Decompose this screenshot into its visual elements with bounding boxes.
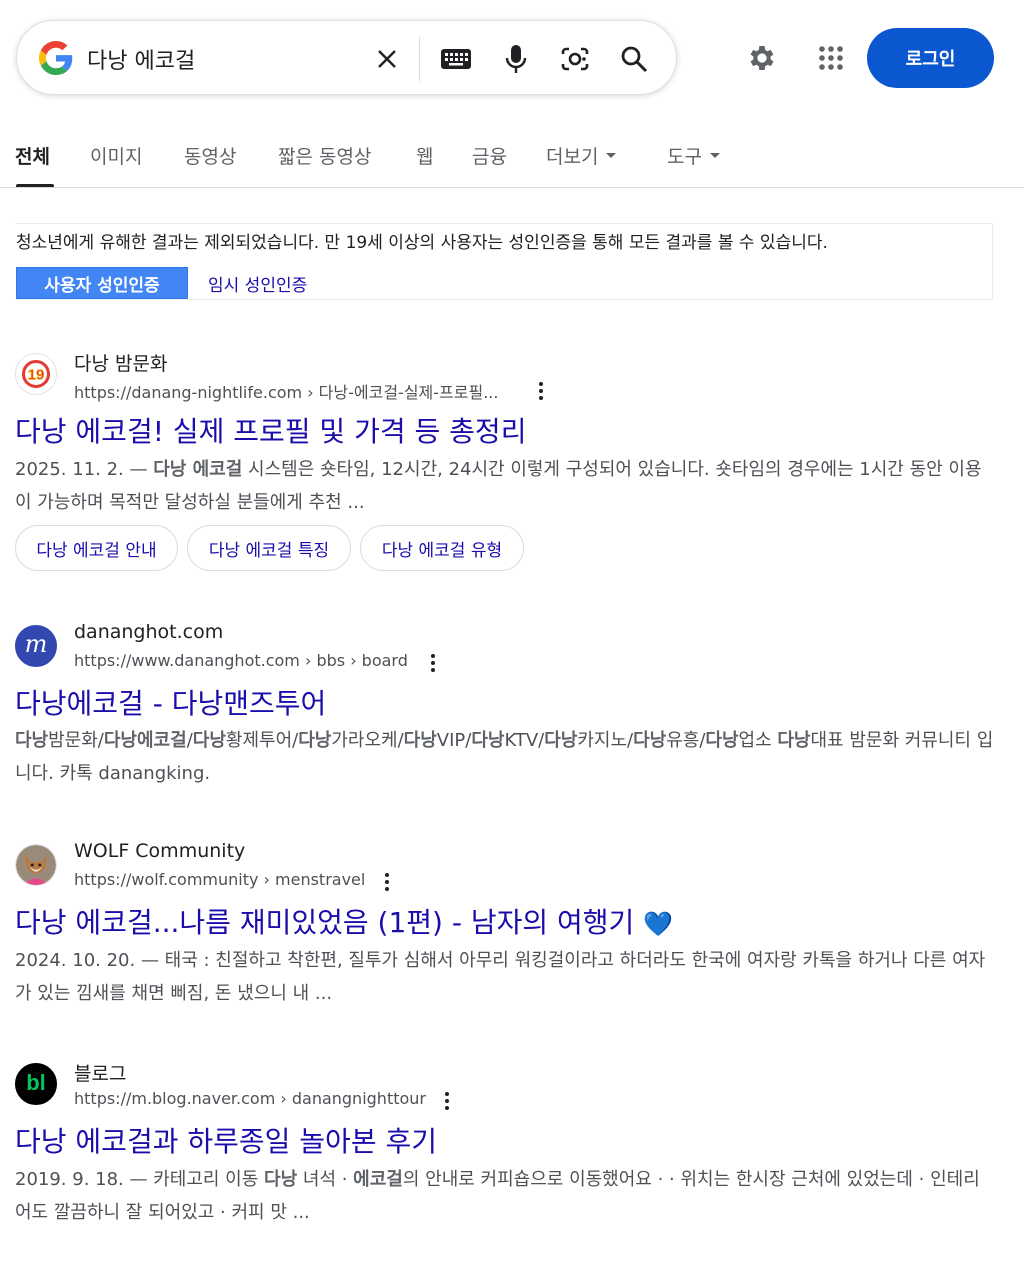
site-favicon — [15, 844, 57, 886]
snippet-text: 황제투어/ — [225, 730, 299, 751]
related-chip[interactable]: 다낭 에코걸 유형 — [360, 525, 524, 571]
result-date: 2025. 11. 2. — — [15, 459, 154, 480]
tab-tools[interactable]: 도구 — [667, 142, 720, 169]
snippet-bold: 다낭 — [471, 730, 505, 751]
snippet-bold: 다낭 — [264, 1169, 298, 1190]
snippet-bold: 다낭 — [298, 730, 332, 751]
snippet-text: 업소 — [738, 730, 778, 751]
site-name[interactable]: WOLF Community — [74, 840, 245, 862]
site-name[interactable]: 다낭 밤문화 — [74, 349, 167, 376]
result-title-link[interactable]: 다낭에코걸 - 다낭맨즈투어 — [15, 682, 326, 722]
tab-finance[interactable]: 금융 — [472, 142, 507, 169]
snippet-bold: 다낭 — [403, 730, 437, 751]
site-name[interactable]: dananghot.com — [74, 621, 223, 643]
close-icon — [378, 50, 396, 68]
result-title-text: 다낭 에코걸...나름 재미있었음 (1편) - 남자의 여행기 — [15, 906, 635, 939]
snippet-bold: 에코걸 — [353, 1169, 403, 1190]
site-favicon: m — [15, 625, 57, 667]
search-divider — [419, 37, 420, 81]
result-snippet: 2024. 10. 20. — 태국 : 친절하고 착한편, 질투가 심해서 아… — [15, 944, 995, 1010]
snippet-bold: 다낭 — [777, 730, 811, 751]
result-title-link[interactable]: 다낭 에코걸! 실제 프로필 및 가격 등 총정리 — [15, 410, 526, 450]
snippet-bold: 다낭 — [544, 730, 578, 751]
result-menu-button[interactable] — [531, 379, 551, 403]
snippet-bold: 다낭 — [633, 730, 667, 751]
voice-search-button[interactable] — [496, 39, 536, 79]
related-chip[interactable]: 다낭 에코걸 안내 — [15, 525, 178, 571]
search-input[interactable]: 다낭 에코걸 — [87, 43, 195, 75]
result-menu-button[interactable] — [377, 870, 397, 894]
clear-button[interactable] — [367, 39, 407, 79]
tab-all[interactable]: 전체 — [15, 142, 50, 169]
snippet-text: 밤문화/ — [48, 730, 104, 751]
tab-more[interactable]: 더보기 — [546, 142, 617, 169]
result-date: 2024. 10. 20. — — [15, 950, 165, 971]
snippet-text: 카지노/ — [577, 730, 634, 751]
result-title-link[interactable]: 다낭 에코걸과 하루종일 놀아본 후기 — [15, 1120, 437, 1160]
microphone-icon — [505, 45, 527, 73]
related-chip[interactable]: 다낭 에코걸 특징 — [187, 525, 351, 571]
site-logo-letter: m — [24, 630, 48, 658]
blog-logo-letters: bl — [26, 1070, 46, 1095]
wolf-avatar-icon — [16, 845, 56, 885]
snippet-text: VIP/ — [436, 730, 472, 751]
svg-text:19: 19 — [28, 367, 45, 384]
snippet-bold: 다낭 — [705, 730, 739, 751]
snippet-bold: 다낭 — [192, 730, 226, 751]
site-url[interactable]: https://www.dananghot.com › bbs › board — [74, 651, 408, 670]
snippet-text: 유흥/ — [666, 730, 706, 751]
keyboard-icon — [441, 49, 471, 69]
keyboard-button[interactable] — [436, 39, 476, 79]
result-menu-button[interactable] — [423, 651, 443, 675]
search-tabs: 전체 이미지 동영상 짧은 동영상 웹 금융 더보기 도구 — [0, 130, 1024, 188]
login-button[interactable]: 로그인 — [867, 28, 994, 88]
result-menu-button[interactable] — [437, 1089, 457, 1113]
snippet-bold: 다낭 에코걸 — [153, 459, 243, 480]
apps-button[interactable] — [811, 38, 851, 78]
adult-verify-button[interactable]: 사용자 성인인증 — [16, 267, 188, 299]
tab-tools-label: 도구 — [667, 146, 702, 168]
lens-button[interactable] — [555, 39, 595, 79]
apps-grid-icon — [819, 46, 843, 70]
search-icon — [621, 46, 648, 73]
tab-web[interactable]: 웹 — [416, 142, 433, 169]
snippet-text: KTV/ — [504, 730, 545, 751]
caret-down-icon — [606, 153, 617, 158]
blue-heart-icon: 💙 — [643, 910, 674, 938]
google-logo-icon — [39, 41, 73, 75]
tab-more-label: 더보기 — [546, 146, 599, 168]
site-url[interactable]: https://wolf.community › menstravel — [74, 870, 365, 889]
age-19-icon: 19 — [22, 360, 50, 388]
site-name[interactable]: 블로그 — [74, 1059, 126, 1086]
safesearch-notice: 청소년에게 유해한 결과는 제외되었습니다. 만 19세 이상의 사용자는 성인… — [15, 223, 993, 300]
result-date: 2019. 9. 18. — — [15, 1169, 154, 1190]
snippet-bold: 다낭 — [15, 730, 49, 751]
search-button[interactable] — [614, 39, 654, 79]
site-favicon: 19 — [15, 353, 57, 395]
active-tab-indicator — [16, 184, 54, 187]
gear-icon — [750, 46, 774, 70]
snippet-text: 가라오케/ — [331, 730, 404, 751]
site-url[interactable]: https://m.blog.naver.com › danangnightto… — [74, 1089, 426, 1108]
camera-lens-icon — [561, 47, 589, 71]
result-snippet: 2025. 11. 2. — 다낭 에코걸 시스템은 숏타임, 12시간, 24… — [15, 453, 995, 519]
tab-images[interactable]: 이미지 — [90, 142, 142, 169]
tab-videos[interactable]: 동영상 — [184, 142, 236, 169]
snippet-bold: 다낭에코걸 — [103, 730, 187, 751]
site-favicon: bl — [15, 1063, 57, 1105]
caret-down-icon — [709, 153, 720, 158]
tab-short-videos[interactable]: 짧은 동영상 — [278, 142, 371, 169]
result-snippet: 다낭밤문화/다낭에코걸/다낭황제투어/다낭가라오케/다낭VIP/다낭KTV/다낭… — [15, 724, 995, 790]
temp-verify-link[interactable]: 임시 성인인증 — [208, 271, 307, 296]
result-title-link[interactable]: 다낭 에코걸...나름 재미있었음 (1편) - 남자의 여행기 💙 — [15, 901, 673, 941]
snippet-text: 녀석 · — [297, 1169, 354, 1190]
result-snippet: 2019. 9. 18. — 카테고리 이동 다낭 녀석 · 에코걸의 안내로 … — [15, 1163, 995, 1229]
notice-text: 청소년에게 유해한 결과는 제외되었습니다. 만 19세 이상의 사용자는 성인… — [16, 233, 828, 253]
snippet-text: 카테고리 이동 — [153, 1169, 265, 1190]
search-box[interactable]: 다낭 에코걸 — [16, 20, 677, 95]
site-url[interactable]: https://danang-nightlife.com › 다낭-에코걸-실제… — [74, 379, 498, 403]
settings-button[interactable] — [742, 38, 782, 78]
